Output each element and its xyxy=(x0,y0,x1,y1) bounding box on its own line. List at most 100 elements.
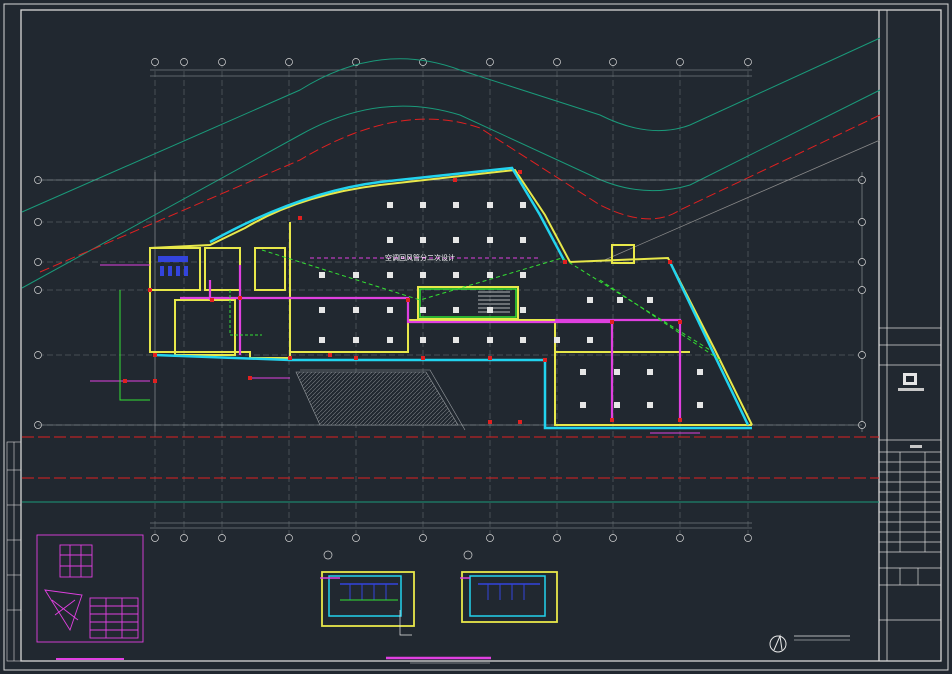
fitting xyxy=(328,353,332,357)
axis-bubble xyxy=(858,351,866,359)
diffuser xyxy=(580,369,586,375)
axis-bubble xyxy=(553,534,561,542)
fitting xyxy=(610,320,614,324)
diffuser xyxy=(580,402,586,408)
diffuser xyxy=(520,307,526,313)
diffuser xyxy=(319,337,325,343)
axis-bubble xyxy=(744,534,752,542)
fitting xyxy=(210,298,214,302)
fitting xyxy=(406,298,410,302)
diffuser xyxy=(520,237,526,243)
axis-bubbles xyxy=(34,58,866,542)
diffuser xyxy=(647,402,653,408)
fitting xyxy=(488,420,492,424)
entrance-canopy xyxy=(295,369,466,431)
grid-axes-horizontal xyxy=(38,179,866,426)
fitting xyxy=(453,178,457,182)
fitting xyxy=(678,320,682,324)
diffuser xyxy=(420,307,426,313)
axis-bubble xyxy=(676,534,684,542)
fitting xyxy=(288,356,292,360)
diffuser xyxy=(587,337,593,343)
diffuser xyxy=(453,337,459,343)
key-plan-inset xyxy=(36,534,144,660)
axis-bubble xyxy=(486,58,494,66)
diffuser xyxy=(487,272,493,278)
diffuser xyxy=(353,272,359,278)
axis-bubble xyxy=(419,58,427,66)
fitting xyxy=(610,418,614,422)
center-label: 空调回风管分二次设计 xyxy=(385,253,455,262)
axis-bubble xyxy=(676,58,684,66)
diffuser xyxy=(420,337,426,343)
axis-bubble xyxy=(285,58,293,66)
fitting xyxy=(421,356,425,360)
diffuser xyxy=(453,202,459,208)
axis-bubble xyxy=(553,58,561,66)
diffuser xyxy=(387,307,393,313)
axis-bubble xyxy=(218,58,226,66)
diffuser xyxy=(453,237,459,243)
diffuser xyxy=(353,307,359,313)
fitting xyxy=(153,353,157,357)
axis-bubble xyxy=(858,258,866,266)
cad-drawing-canvas[interactable]: 空调回风管分二次设计 xyxy=(0,0,952,674)
axis-bubble xyxy=(151,534,159,542)
fitting xyxy=(354,356,358,360)
diffuser xyxy=(520,337,526,343)
diffuser xyxy=(520,202,526,208)
axis-bubble xyxy=(858,286,866,294)
diffuser xyxy=(697,369,703,375)
axis-bubble xyxy=(34,286,42,294)
fitting xyxy=(518,420,522,424)
diffuser xyxy=(554,337,560,343)
fitting xyxy=(518,170,522,174)
axis-bubble xyxy=(285,534,293,542)
diffuser xyxy=(617,297,623,303)
diffuser xyxy=(487,237,493,243)
fitting xyxy=(563,260,567,264)
axis-bubble xyxy=(180,534,188,542)
detail-plan-toilet-2 xyxy=(460,550,558,623)
diffuser xyxy=(520,272,526,278)
axis-bubble xyxy=(34,258,42,266)
diffuser xyxy=(647,297,653,303)
diffuser xyxy=(614,402,620,408)
axis-bubble xyxy=(180,58,188,66)
title-block xyxy=(879,327,941,621)
diffuser xyxy=(614,369,620,375)
fitting xyxy=(543,358,547,362)
fitting xyxy=(668,260,672,264)
fitting xyxy=(248,376,252,380)
axis-bubble xyxy=(34,351,42,359)
axis-bubble xyxy=(34,218,42,226)
diffuser xyxy=(387,272,393,278)
axis-bubble xyxy=(609,58,617,66)
fitting xyxy=(488,356,492,360)
diffuser xyxy=(319,272,325,278)
fitting xyxy=(238,296,242,300)
diffuser xyxy=(387,337,393,343)
sheet-frame xyxy=(3,3,949,671)
axis-bubble xyxy=(419,534,427,542)
logo-mark xyxy=(898,373,924,448)
diffuser xyxy=(387,202,393,208)
axis-bubble xyxy=(151,58,159,66)
binding-strip xyxy=(6,441,22,662)
axis-bubble xyxy=(858,218,866,226)
diffuser xyxy=(319,307,325,313)
axis-bubble xyxy=(486,534,494,542)
axis-bubble xyxy=(352,534,360,542)
diffuser xyxy=(453,272,459,278)
fitting xyxy=(678,418,682,422)
diffuser xyxy=(420,272,426,278)
fitting xyxy=(153,379,157,383)
stairwell xyxy=(478,291,510,313)
diffuser xyxy=(487,202,493,208)
fitting xyxy=(298,216,302,220)
north-arrow-icon xyxy=(769,634,850,653)
diffuser xyxy=(587,297,593,303)
diffuser xyxy=(487,337,493,343)
diffuser xyxy=(420,237,426,243)
fitting xyxy=(123,379,127,383)
